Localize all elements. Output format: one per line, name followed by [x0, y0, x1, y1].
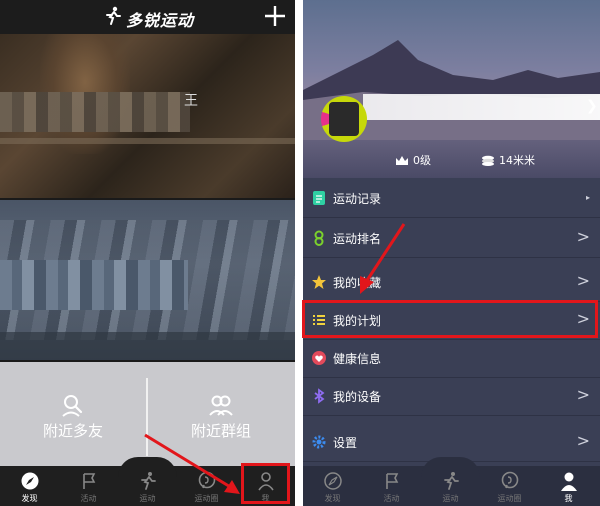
chevron-right-icon: ▸: [585, 193, 590, 202]
card-title-fragment: 王: [184, 93, 198, 109]
tab-label: 活动: [383, 494, 400, 503]
bluetooth-icon: [314, 388, 325, 404]
feed-card-1[interactable]: 王: [0, 34, 295, 198]
runner-logo-icon: [106, 6, 121, 25]
level-stat: 0级: [395, 152, 431, 168]
tab-exercise[interactable]: 运动: [421, 466, 480, 506]
clipboard-icon: [313, 191, 325, 205]
blurred-title-banner: [0, 92, 190, 132]
tab-discover[interactable]: 发现: [303, 466, 362, 506]
tab-label: 运动圈: [497, 494, 522, 503]
group-icon: [209, 395, 233, 416]
chat-bubble-icon: [501, 471, 518, 489]
menu-label: 设置: [333, 436, 358, 450]
distance-label: 14米米: [499, 154, 535, 167]
menu-label: 运动记录: [333, 192, 382, 206]
right-phone-screen: ❯ 0级 14米米 运动记录 ▸ 运动排名 > 我的收藏 > 我的计划 > 健康…: [303, 0, 600, 506]
nearby-friends-label: 附近多友: [42, 422, 103, 440]
chevron-right-icon: >: [576, 227, 590, 246]
nearby-friends-button[interactable]: 附近多友: [0, 362, 146, 466]
distance-stat: 14米米: [481, 152, 535, 168]
flag-icon: [82, 473, 95, 489]
person-icon: [560, 472, 577, 491]
flag-icon: [385, 473, 398, 489]
card-stripe: [0, 138, 295, 144]
runner-icon: [443, 472, 459, 490]
app-title: 多锐运动: [126, 11, 195, 30]
menu-item-my-devices[interactable]: 我的设备 >: [303, 376, 600, 416]
chevron-right-icon: >: [576, 385, 590, 404]
chevron-right-icon: ❯: [586, 98, 598, 114]
profile-header[interactable]: ❯ 0级 14米米: [303, 0, 600, 178]
heart-icon: [312, 351, 326, 365]
tab-label: 发现: [21, 494, 38, 503]
menu-item-favorites[interactable]: 我的收藏 >: [303, 262, 600, 302]
chevron-right-icon: >: [576, 431, 590, 450]
menu-item-exercise-ranking[interactable]: 运动排名 >: [303, 218, 600, 258]
blurred-username-banner: [363, 94, 600, 120]
menu-label: 我的设备: [333, 390, 382, 404]
avatar[interactable]: [321, 96, 367, 142]
medal-icon: [314, 230, 324, 246]
tab-me[interactable]: 我: [539, 466, 598, 506]
level-label: 0级: [413, 154, 431, 167]
menu-item-health-info[interactable]: 健康信息: [303, 338, 600, 378]
compass-icon: [21, 472, 38, 490]
compass-icon: [323, 472, 342, 490]
tab-discover[interactable]: 发现: [0, 466, 59, 506]
tab-circle[interactable]: 运动圈: [480, 466, 539, 506]
menu-item-settings[interactable]: 设置 >: [303, 422, 600, 462]
star-icon: [312, 275, 326, 289]
bottom-tab-bar: 发现 活动 运动 运动圈 我: [303, 457, 600, 506]
blurred-title-banner: [0, 260, 188, 310]
annotation-arrow-to-me-tab: [144, 433, 240, 494]
tab-label: 活动: [80, 494, 97, 503]
menu-item-exercise-records[interactable]: 运动记录 ▸: [303, 178, 600, 218]
tab-activity[interactable]: 活动: [362, 466, 421, 506]
tab-label: 运动: [442, 494, 459, 503]
chevron-right-icon: >: [576, 271, 590, 290]
track-strip: [0, 332, 295, 360]
search-person-icon: [62, 395, 83, 417]
coins-icon: [482, 155, 494, 166]
top-bar: 多锐运动: [0, 0, 295, 34]
gear-icon: [312, 435, 326, 449]
crown-icon: [396, 156, 408, 165]
feed-card-2[interactable]: [0, 200, 295, 360]
plus-icon[interactable]: [262, 3, 288, 29]
annotation-arrow-to-my-plan: [360, 223, 406, 294]
tab-label: 发现: [324, 494, 341, 503]
tab-activity[interactable]: 活动: [59, 466, 118, 506]
tab-label: 我: [564, 494, 573, 503]
highlight-box-my-plan: [302, 300, 598, 338]
menu-label: 健康信息: [333, 352, 382, 366]
